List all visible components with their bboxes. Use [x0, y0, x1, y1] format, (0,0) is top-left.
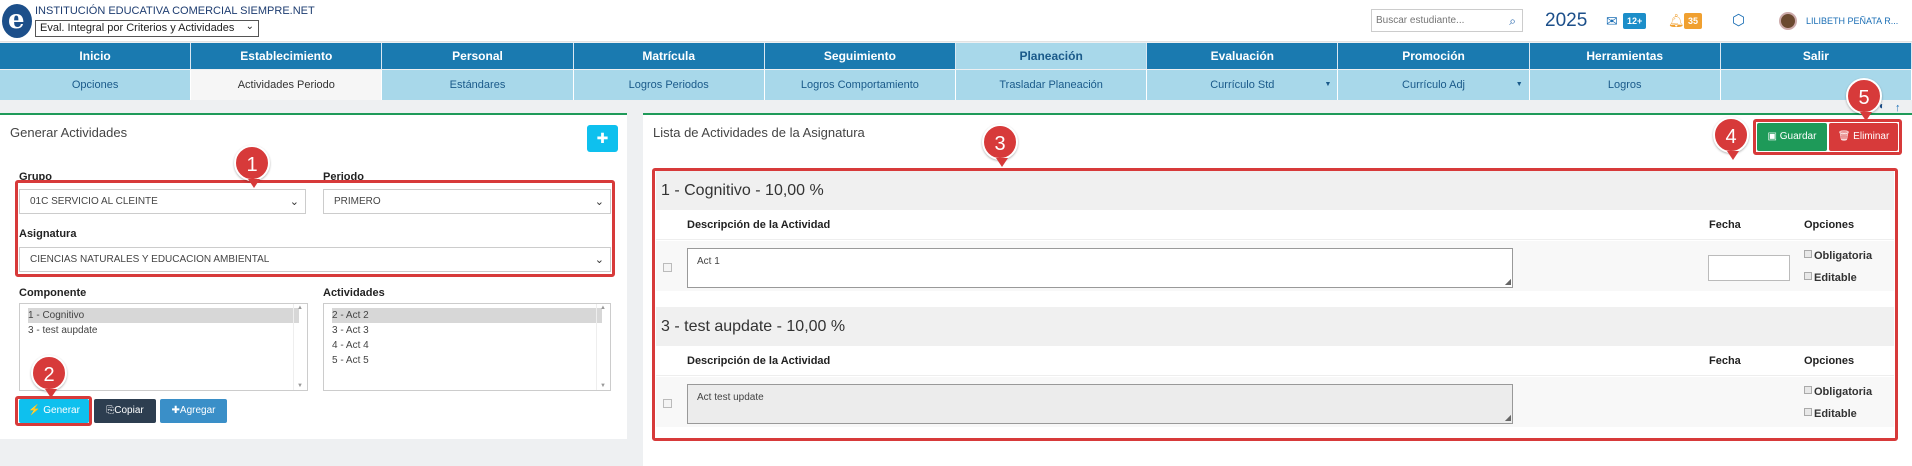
subnav-estandares[interactable]: Estándares	[382, 70, 574, 100]
highlight-box-4	[1753, 119, 1902, 155]
nav-personal[interactable]: Personal	[382, 43, 574, 69]
subnav-logros-comportamiento[interactable]: Logros Comportamiento	[765, 70, 957, 100]
nav-evaluacion[interactable]: Evaluación	[1147, 43, 1339, 69]
actividades-list[interactable]: 2 - Act 2 3 - Act 3 4 - Act 4 5 - Act 5	[323, 303, 611, 391]
nav-matricula[interactable]: Matrícula	[574, 43, 765, 69]
nav-herramientas[interactable]: Herramientas	[1530, 43, 1721, 69]
list-item[interactable]: 2 - Act 2	[332, 308, 602, 323]
list-item[interactable]: 5 - Act 5	[332, 353, 602, 368]
search-input[interactable]	[1372, 10, 1497, 31]
scrollbar[interactable]	[596, 304, 610, 390]
agregar-button[interactable]: ✚Agregar	[160, 399, 227, 423]
subnav-logros[interactable]: Logros	[1530, 70, 1721, 100]
subnav-curriculo-std[interactable]: Currículo Std	[1147, 70, 1339, 100]
step-marker-5: 5	[1846, 78, 1882, 121]
highlight-box-2	[15, 396, 92, 426]
step-marker-1: 1	[234, 145, 270, 188]
student-search[interactable]: ⌕	[1371, 9, 1523, 32]
list-item[interactable]: 3 - Act 3	[332, 323, 602, 338]
scrollbar[interactable]	[293, 304, 307, 390]
componente-label: Componente	[19, 287, 87, 299]
nav-promocion[interactable]: Promoción	[1338, 43, 1530, 69]
bell-icon[interactable]: 🔔︎	[1668, 13, 1685, 29]
subnav-curriculo-adj[interactable]: Currículo Adj	[1338, 70, 1530, 100]
eval-type-value: Eval. Integral por Criterios y Actividad…	[40, 22, 235, 34]
nav-seguimiento[interactable]: Seguimiento	[765, 43, 957, 69]
highlight-box-1	[15, 180, 615, 277]
nav-establecimiento[interactable]: Establecimiento	[191, 43, 383, 69]
step-marker-3: 3	[982, 124, 1018, 167]
nav-planeacion[interactable]: Planeación	[956, 43, 1148, 69]
institution-name: INSTITUCIÓN EDUCATIVA COMERCIAL SIEMPRE.…	[35, 5, 315, 17]
sub-nav: Opciones Actividades Periodo Estándares …	[0, 70, 1912, 100]
avatar[interactable]	[1779, 12, 1797, 30]
step-marker-4: 4	[1713, 117, 1749, 160]
institution-logo	[2, 4, 32, 38]
nav-salir[interactable]: Salir	[1721, 43, 1912, 69]
plus-icon: ✚	[171, 405, 180, 416]
eval-type-select[interactable]: Eval. Integral por Criterios y Actividad…	[35, 20, 259, 37]
cube-icon[interactable]: ⬡	[1732, 11, 1745, 29]
actividades-label: Actividades	[323, 287, 385, 299]
list-item[interactable]: 4 - Act 4	[332, 338, 602, 353]
agregar-label: Agregar	[179, 405, 216, 416]
main-nav: Inicio Establecimiento Personal Matrícul…	[0, 43, 1912, 69]
panel-title: Lista de Actividades de la Asignatura	[653, 125, 865, 140]
copiar-button[interactable]: ⎘Copiar	[94, 399, 156, 423]
highlight-box-3	[652, 168, 1898, 441]
subnav-actividades-periodo[interactable]: Actividades Periodo	[191, 70, 383, 100]
nav-inicio[interactable]: Inicio	[0, 43, 192, 69]
subnav-logros-periodos[interactable]: Logros Periodos	[574, 70, 765, 100]
year-label[interactable]: 2025	[1545, 10, 1587, 32]
panel-title: Generar Actividades	[10, 125, 128, 140]
notifications-badge[interactable]: 35	[1684, 13, 1703, 29]
subnav-empty	[1721, 70, 1912, 100]
messages-badge[interactable]: 12+	[1623, 13, 1647, 29]
subnav-trasladar-planeacion[interactable]: Trasladar Planeación	[956, 70, 1148, 100]
step-marker-2: 2	[31, 355, 67, 398]
search-icon[interactable]: ⌕	[1509, 14, 1516, 29]
subnav-opciones[interactable]: Opciones	[0, 70, 192, 100]
user-name[interactable]: LILIBETH PEÑATA R...	[1806, 16, 1898, 26]
copiar-label: Copiar	[114, 405, 144, 416]
add-button[interactable]: ✚	[587, 125, 618, 152]
list-item[interactable]: 3 - test aupdate	[28, 323, 299, 338]
chevron-down-icon: ⌄	[245, 21, 254, 32]
top-bar: INSTITUCIÓN EDUCATIVA COMERCIAL SIEMPRE.…	[0, 0, 1912, 42]
list-item[interactable]: 1 - Cognitivo	[28, 308, 299, 323]
mail-icon[interactable]: ✉	[1606, 13, 1618, 30]
